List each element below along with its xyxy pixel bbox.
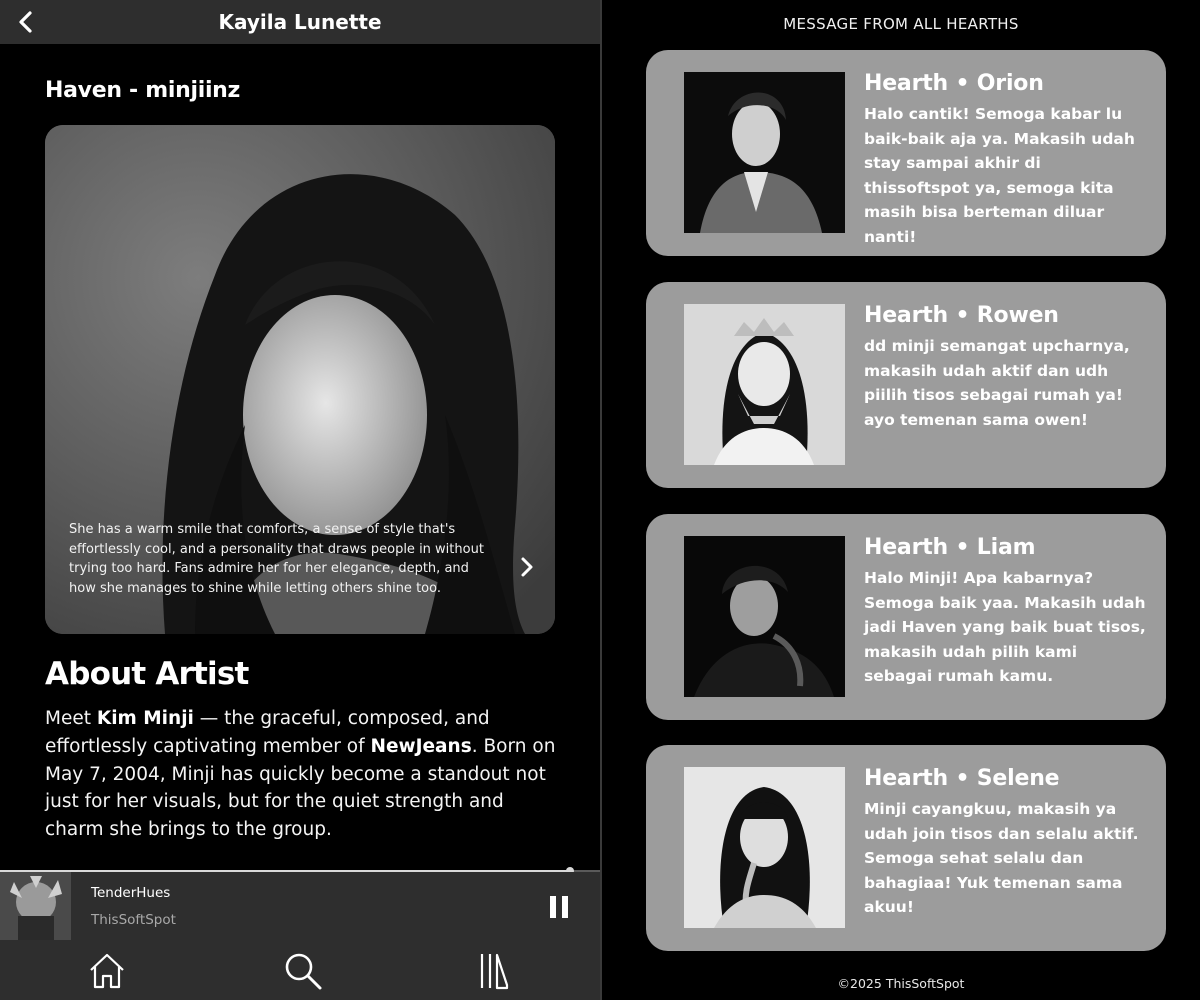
message-card-orion: Hearth • Orion Halo cantik! Semoga kabar… <box>646 50 1166 256</box>
hearth-name: Hearth • Rowen <box>864 303 1059 328</box>
hearth-photo <box>684 72 845 233</box>
message-card-selene: Hearth • Selene Minji cayangkuu, makasih… <box>646 745 1166 951</box>
hearth-photo <box>684 536 845 697</box>
album-art <box>0 872 71 940</box>
about-text-part: Meet <box>45 708 97 729</box>
top-bar: Kayila Lunette <box>0 0 600 44</box>
group-name: NewJeans <box>370 735 472 757</box>
pause-icon <box>550 896 568 918</box>
hearth-message: Minji cayangkuu, makasih ya udah join ti… <box>864 800 1139 916</box>
hearth-name: Hearth • Liam <box>864 535 1036 560</box>
now-playing-panel: Kayila Lunette Haven - minjiinz She has … <box>0 0 600 1000</box>
back-button[interactable] <box>10 6 42 38</box>
hearth-message: Halo Minji! Apa kabarnya? Semoga baik ya… <box>864 569 1146 685</box>
player-song-title: TenderHues <box>91 885 171 901</box>
hearth-message: Halo cantik! Semoga kabar lu baik-baik a… <box>864 105 1135 246</box>
about-artist-text: Meet Kim Minji — the graceful, composed,… <box>45 705 565 844</box>
messages-panel: MESSAGE FROM ALL HEARTHS Hearth • Orion … <box>602 0 1200 1000</box>
library-icon <box>480 953 509 990</box>
search-icon <box>285 953 322 990</box>
hearth-message: dd minji semangat upcharnya, makasih uda… <box>864 337 1130 429</box>
mini-player[interactable]: TenderHues ThisSoftSpot <box>0 872 600 940</box>
message-card-liam: Hearth • Liam Halo Minji! Apa kabarnya? … <box>646 514 1166 720</box>
next-slide-button[interactable] <box>513 553 541 581</box>
chevron-right-icon <box>521 557 533 577</box>
chevron-left-icon <box>19 11 32 33</box>
messages-heading: MESSAGE FROM ALL HEARTHS <box>783 15 1019 33</box>
home-icon <box>90 953 124 989</box>
pause-button[interactable] <box>544 892 574 922</box>
artist-photo-card[interactable]: She has a warm smile that comforts, a se… <box>45 125 555 634</box>
player-artist-name: ThisSoftSpot <box>91 912 176 928</box>
copyright-footer: ©2025 ThisSoftSpot <box>837 976 965 991</box>
song-title: Haven - minjiinz <box>45 78 241 103</box>
artist-caption: She has a warm smile that comforts, a se… <box>69 522 484 596</box>
hearth-photo <box>684 767 845 928</box>
bottom-navigation <box>0 940 600 1000</box>
about-artist-heading: About Artist <box>45 656 249 692</box>
nav-search[interactable] <box>281 950 325 992</box>
nav-home[interactable] <box>85 950 129 992</box>
hearth-photo <box>684 304 845 465</box>
album-art-image <box>0 872 71 940</box>
hearth-name: Hearth • Selene <box>864 766 1060 791</box>
message-card-rowen: Hearth • Rowen dd minji semangat upcharn… <box>646 282 1166 488</box>
nav-library[interactable] <box>471 950 515 992</box>
page-title: Kayila Lunette <box>218 10 382 34</box>
hearth-name: Hearth • Orion <box>864 71 1044 96</box>
artist-name: Kim Minji <box>96 708 194 729</box>
